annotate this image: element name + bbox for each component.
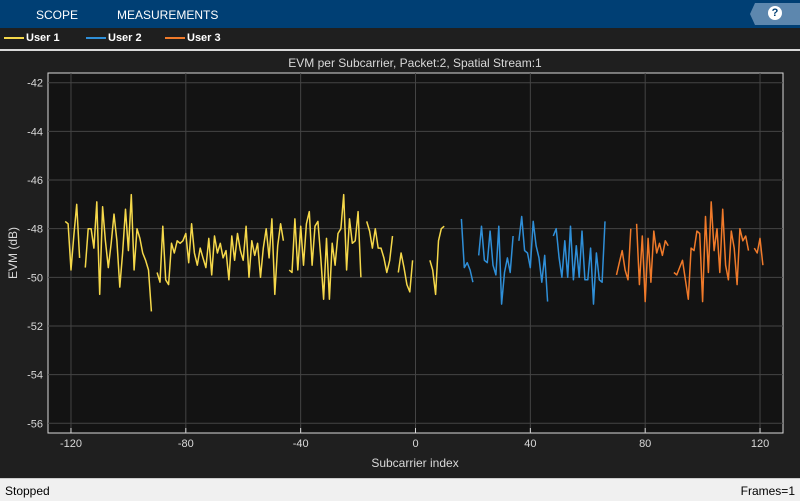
status-text: Stopped xyxy=(5,484,50,498)
x-tick-label: 80 xyxy=(639,438,651,450)
y-tick-label: -52 xyxy=(27,321,43,333)
y-tick-label: -42 xyxy=(27,78,43,90)
legend-label: User 3 xyxy=(187,32,221,44)
x-tick-label: -80 xyxy=(178,438,194,450)
evm-chart: EVM per Subcarrier, Packet:2, Spatial St… xyxy=(6,56,784,470)
legend-line-icon xyxy=(86,37,106,39)
y-axis-label: EVM (dB) xyxy=(6,227,20,279)
legend-line-icon xyxy=(165,37,185,39)
x-tick-label: 40 xyxy=(524,438,536,450)
legend-item-user-2[interactable]: User 2 xyxy=(86,32,142,44)
y-tick-label: -46 xyxy=(27,175,43,187)
help-button[interactable]: ? xyxy=(750,3,800,25)
y-tick-label: -50 xyxy=(27,272,43,284)
toolstrip: SCOPE MEASUREMENTS ? xyxy=(0,0,800,28)
y-tick-label: -44 xyxy=(27,126,43,138)
legend: User 1 User 2 User 3 xyxy=(0,28,800,51)
legend-item-user-1[interactable]: User 1 xyxy=(4,32,60,44)
y-tick-label: -54 xyxy=(27,370,43,382)
status-bar: Stopped Frames=1 xyxy=(0,478,800,501)
tab-scope[interactable]: SCOPE xyxy=(36,8,78,22)
x-tick-label: 120 xyxy=(751,438,769,450)
legend-label: User 1 xyxy=(26,32,60,44)
legend-line-icon xyxy=(4,37,24,39)
legend-label: User 2 xyxy=(108,32,142,44)
x-axis-label: Subcarrier index xyxy=(371,456,458,470)
y-tick-label: -48 xyxy=(27,224,43,236)
help-icon: ? xyxy=(768,6,782,20)
tab-measurements[interactable]: MEASUREMENTS xyxy=(117,8,218,22)
x-tick-label: -40 xyxy=(293,438,309,450)
y-tick-label: -56 xyxy=(27,418,43,430)
frames-count: Frames=1 xyxy=(740,484,795,498)
chart-title: EVM per Subcarrier, Packet:2, Spatial St… xyxy=(288,56,542,70)
x-tick-label: -120 xyxy=(60,438,82,450)
legend-item-user-3[interactable]: User 3 xyxy=(165,32,221,44)
x-tick-label: 0 xyxy=(412,438,418,450)
